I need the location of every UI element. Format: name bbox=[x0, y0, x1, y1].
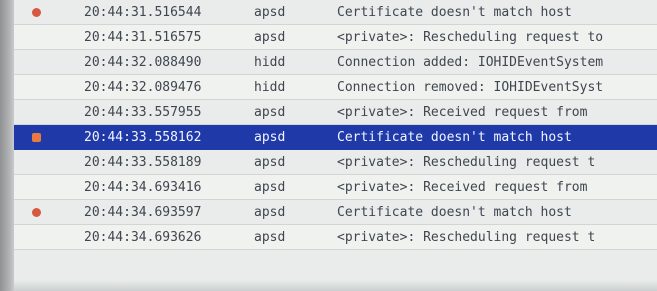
log-process: hidd bbox=[254, 55, 286, 70]
log-row[interactable]: 20:44:34.693626 apsd <private>: Rescheduli… bbox=[14, 225, 657, 250]
screen: 20:44:31.516544 apsd Certificate doesn't m… bbox=[0, 0, 657, 291]
log-row[interactable]: 20:44:32.089476 hidd Connection removed: I… bbox=[14, 75, 657, 100]
log-message: Certificate doesn't match host bbox=[337, 5, 572, 20]
log-message: Certificate doesn't match host bbox=[337, 130, 572, 145]
log-message: Connection added: IOHIDEventSystem bbox=[337, 55, 604, 70]
log-process: apsd bbox=[254, 130, 286, 145]
log-process: apsd bbox=[254, 5, 286, 20]
log-message: <private>: Rescheduling request to bbox=[337, 30, 604, 45]
log-process: apsd bbox=[254, 30, 286, 45]
log-timestamp: 20:44:34.693597 bbox=[84, 205, 202, 220]
log-message: Certificate doesn't match host bbox=[337, 205, 572, 220]
log-timestamp: 20:44:32.088490 bbox=[84, 55, 202, 70]
fault-dot-icon bbox=[32, 133, 41, 142]
log-row[interactable]: 20:44:33.558189 apsd <private>: Rescheduli… bbox=[14, 150, 657, 175]
log-message: <private>: Received request from bbox=[337, 105, 588, 120]
log-row[interactable]: 20:44:34.693597 apsd Certificate doesn't m… bbox=[14, 200, 657, 225]
log-row[interactable]: 20:44:31.516575 apsd <private>: Rescheduli… bbox=[14, 25, 657, 50]
log-message: <private>: Rescheduling request t bbox=[337, 155, 596, 170]
log-list[interactable]: 20:44:31.516544 apsd Certificate doesn't m… bbox=[14, 0, 657, 291]
log-timestamp: 20:44:32.089476 bbox=[84, 80, 202, 95]
log-timestamp: 20:44:34.693626 bbox=[84, 230, 202, 245]
log-row[interactable]: 20:44:34.693416 apsd <private>: Received r… bbox=[14, 175, 657, 200]
fault-dot-icon bbox=[32, 208, 41, 217]
log-process: apsd bbox=[254, 205, 286, 220]
log-timestamp: 20:44:34.693416 bbox=[84, 180, 202, 195]
log-row[interactable]: 20:44:33.557955 apsd <private>: Received r… bbox=[14, 100, 657, 125]
log-row[interactable]: 20:44:33.558162 apsd Certificate doesn't m… bbox=[14, 125, 657, 150]
log-process: apsd bbox=[254, 180, 286, 195]
log-message: Connection removed: IOHIDEventSyst bbox=[337, 80, 604, 95]
log-row[interactable]: 20:44:31.516544 apsd Certificate doesn't m… bbox=[14, 0, 657, 25]
log-timestamp: 20:44:31.516575 bbox=[84, 30, 202, 45]
log-process: apsd bbox=[254, 230, 286, 245]
log-process: hidd bbox=[254, 80, 286, 95]
log-timestamp: 20:44:33.558162 bbox=[84, 130, 202, 145]
log-timestamp: 20:44:31.516544 bbox=[84, 5, 202, 20]
log-message: <private>: Rescheduling request t bbox=[337, 230, 596, 245]
fault-dot-icon bbox=[32, 8, 41, 17]
log-row[interactable]: 20:44:32.088490 hidd Connection added: IOH… bbox=[14, 50, 657, 75]
log-timestamp: 20:44:33.558189 bbox=[84, 155, 202, 170]
log-process: apsd bbox=[254, 155, 286, 170]
log-message: <private>: Received request from bbox=[337, 180, 588, 195]
log-process: apsd bbox=[254, 105, 286, 120]
log-timestamp: 20:44:33.557955 bbox=[84, 105, 202, 120]
